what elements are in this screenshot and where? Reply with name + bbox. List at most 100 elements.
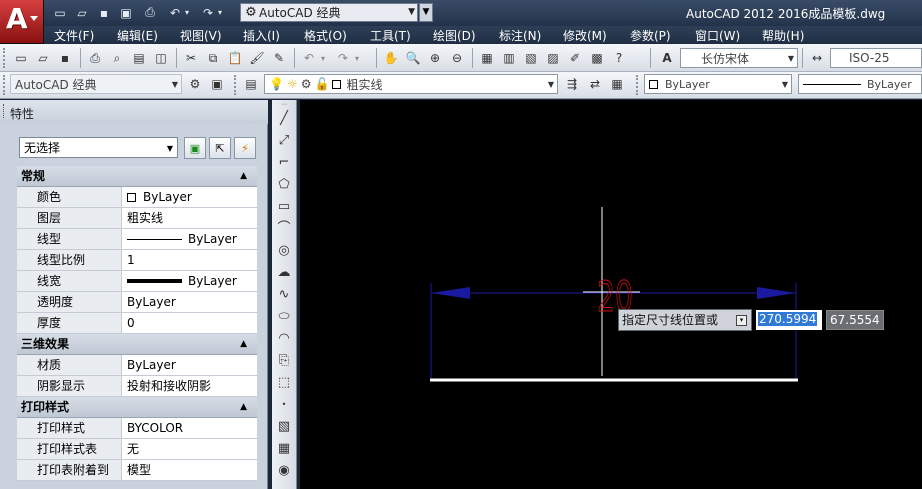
quick-select-button[interactable]: ⚡ [234, 137, 256, 159]
layer-combo[interactable]: 💡 ☼ ⚙ 🔓 粗实线 ▼ [264, 74, 558, 94]
workspace-switcher[interactable]: ⚙ AutoCAD 经典 ▼ [240, 3, 418, 22]
property-row-plot-table-attached[interactable]: 打印表附着到 模型 [17, 460, 257, 481]
help-icon[interactable]: ? [610, 49, 628, 67]
pan-hand-icon[interactable]: ✋ [382, 49, 400, 67]
make-block-icon[interactable]: ⬚ [275, 374, 293, 392]
tool-palettes-icon[interactable]: ▧ [522, 49, 540, 67]
properties-icon[interactable]: ▦ [478, 49, 496, 67]
menu-insert[interactable]: 插入(I) [243, 27, 280, 44]
linetype-combo[interactable]: ByLayer [798, 74, 922, 94]
save-icon[interactable]: ▪ [56, 49, 74, 67]
gear-icon[interactable]: ⚙ [186, 75, 204, 93]
construction-line-icon[interactable]: ⤢ [275, 132, 293, 150]
drawing-canvas[interactable]: 20 [300, 100, 922, 489]
quick-access-customize-button[interactable]: ▼ [419, 3, 433, 22]
new-file-icon[interactable]: ▭ [50, 3, 70, 22]
zoom-previous-icon[interactable]: ⊖ [448, 49, 466, 67]
property-row-linetype[interactable]: 线型 ByLayer [17, 229, 257, 250]
palette-title-bar[interactable] [0, 100, 268, 124]
menu-format[interactable]: 格式(O) [304, 27, 347, 44]
toolbar-grip[interactable]: ⋯ [275, 102, 293, 108]
make-layer-current-icon[interactable]: ⇶ [563, 75, 581, 93]
property-row-material[interactable]: 材质 ByLayer [17, 355, 257, 376]
property-row-color[interactable]: 颜色 ByLayer [17, 187, 257, 208]
toggle-pickadd-button[interactable]: ▣ [184, 137, 206, 159]
redo-icon[interactable]: ↷ [334, 49, 352, 67]
coordinate-y-input[interactable]: 67.5554 [826, 310, 884, 330]
design-center-icon[interactable]: ▥ [500, 49, 518, 67]
zoom-window-icon[interactable]: ⊕ [426, 49, 444, 67]
rectangle-icon[interactable]: ▭ [275, 198, 293, 216]
redo-dropdown-icon[interactable]: ▾ [352, 49, 362, 67]
layer-states-icon[interactable]: ▦ [608, 75, 626, 93]
sheet-set-icon[interactable]: ▨ [544, 49, 562, 67]
color-combo[interactable]: ByLayer ▼ [644, 74, 792, 94]
open-folder-icon[interactable]: ▱ [72, 3, 92, 22]
new-file-icon[interactable]: ▭ [12, 49, 30, 67]
menu-file[interactable]: 文件(F) [54, 27, 94, 44]
menu-draw[interactable]: 绘图(D) [433, 27, 476, 44]
property-row-thickness[interactable]: 厚度 0 [17, 313, 257, 334]
markup-icon[interactable]: ✐ [566, 49, 584, 67]
undo-dropdown-icon[interactable]: ▾ [182, 3, 192, 22]
undo-dropdown-icon[interactable]: ▾ [318, 49, 328, 67]
polyline-icon[interactable]: ⌐ [275, 154, 293, 172]
menu-modify[interactable]: 修改(M) [563, 27, 607, 44]
line-icon[interactable]: ╱ [275, 110, 293, 128]
print-icon[interactable]: ⎙ [140, 3, 160, 22]
menu-tools[interactable]: 工具(T) [370, 27, 411, 44]
cut-icon[interactable]: ✂ [182, 49, 200, 67]
section-general[interactable]: 常规 ▲ [17, 166, 257, 187]
publish-icon[interactable]: ▤ [130, 49, 148, 67]
layer-manager-icon[interactable]: ▤ [242, 75, 260, 93]
menu-parametric[interactable]: 参数(P) [630, 27, 671, 44]
menu-window[interactable]: 窗口(W) [695, 27, 740, 44]
menu-dimension[interactable]: 标注(N) [499, 27, 541, 44]
menu-edit[interactable]: 编辑(E) [117, 27, 158, 44]
menu-view[interactable]: 视图(V) [180, 27, 222, 44]
region-icon[interactable]: ◉ [275, 462, 293, 480]
block-editor-icon[interactable]: ✎ [270, 49, 288, 67]
application-menu-button[interactable]: A [0, 0, 44, 44]
toolbar-grip[interactable] [3, 48, 7, 68]
print-icon[interactable]: ⎙ [86, 49, 104, 67]
spline-icon[interactable]: ∿ [275, 286, 293, 304]
property-row-lineweight[interactable]: 线宽 ByLayer [17, 271, 257, 292]
hatch-icon[interactable]: ▧ [275, 418, 293, 436]
select-objects-button[interactable]: ⇱ [209, 137, 231, 159]
revision-cloud-icon[interactable]: ☁ [275, 264, 293, 282]
layer-previous-icon[interactable]: ⇄ [586, 75, 604, 93]
redo-dropdown-icon[interactable]: ▾ [215, 3, 225, 22]
arc-icon[interactable]: ⌒ [275, 220, 293, 238]
palette-grip[interactable] [3, 104, 6, 118]
save-as-icon[interactable]: ▣ [116, 3, 136, 22]
toolbar-grip[interactable] [636, 75, 640, 95]
property-row-layer[interactable]: 图层 粗实线 [17, 208, 257, 229]
section-plot-style[interactable]: 打印样式 ▲ [17, 397, 257, 418]
polygon-icon[interactable]: ⬠ [275, 176, 293, 194]
gradient-icon[interactable]: ▦ [275, 440, 293, 458]
print-preview-icon[interactable]: ⌕ [108, 49, 126, 67]
open-folder-icon[interactable]: ▱ [34, 49, 52, 67]
text-style-combo[interactable]: 长仿宋体 ▼ [680, 48, 798, 68]
selection-combo[interactable]: 无选择 ▼ [19, 137, 178, 158]
property-row-transparency[interactable]: 透明度 ByLayer [17, 292, 257, 313]
zoom-realtime-icon[interactable]: 🔍 [404, 49, 422, 67]
menu-help[interactable]: 帮助(H) [762, 27, 804, 44]
options-down-arrow-icon[interactable]: ▾ [736, 315, 747, 326]
section-3d-effects[interactable]: 三维效果 ▲ [17, 334, 257, 355]
toolbar-grip[interactable] [3, 75, 7, 95]
dimension-style-combo[interactable]: ISO-25 [830, 48, 922, 68]
point-icon[interactable]: • [275, 396, 293, 414]
toolbar-grip[interactable] [234, 75, 238, 95]
property-row-plot-style-table[interactable]: 打印样式表无 [17, 439, 257, 460]
insert-block-icon[interactable]: ⎘ [275, 352, 293, 370]
paste-icon[interactable]: 📋 [226, 49, 244, 67]
dimension-style-icon[interactable]: ↔ [808, 49, 826, 67]
text-style-icon[interactable]: A [658, 49, 676, 67]
save-icon[interactable]: ▪ [94, 3, 114, 22]
coordinate-x-input[interactable]: 270.5994 [756, 310, 822, 330]
property-row-shadow-display[interactable]: 阴影显示 投射和接收阴影 [17, 376, 257, 397]
quick-calc-icon[interactable]: ▩ [588, 49, 606, 67]
circle-icon[interactable]: ◎ [275, 242, 293, 260]
